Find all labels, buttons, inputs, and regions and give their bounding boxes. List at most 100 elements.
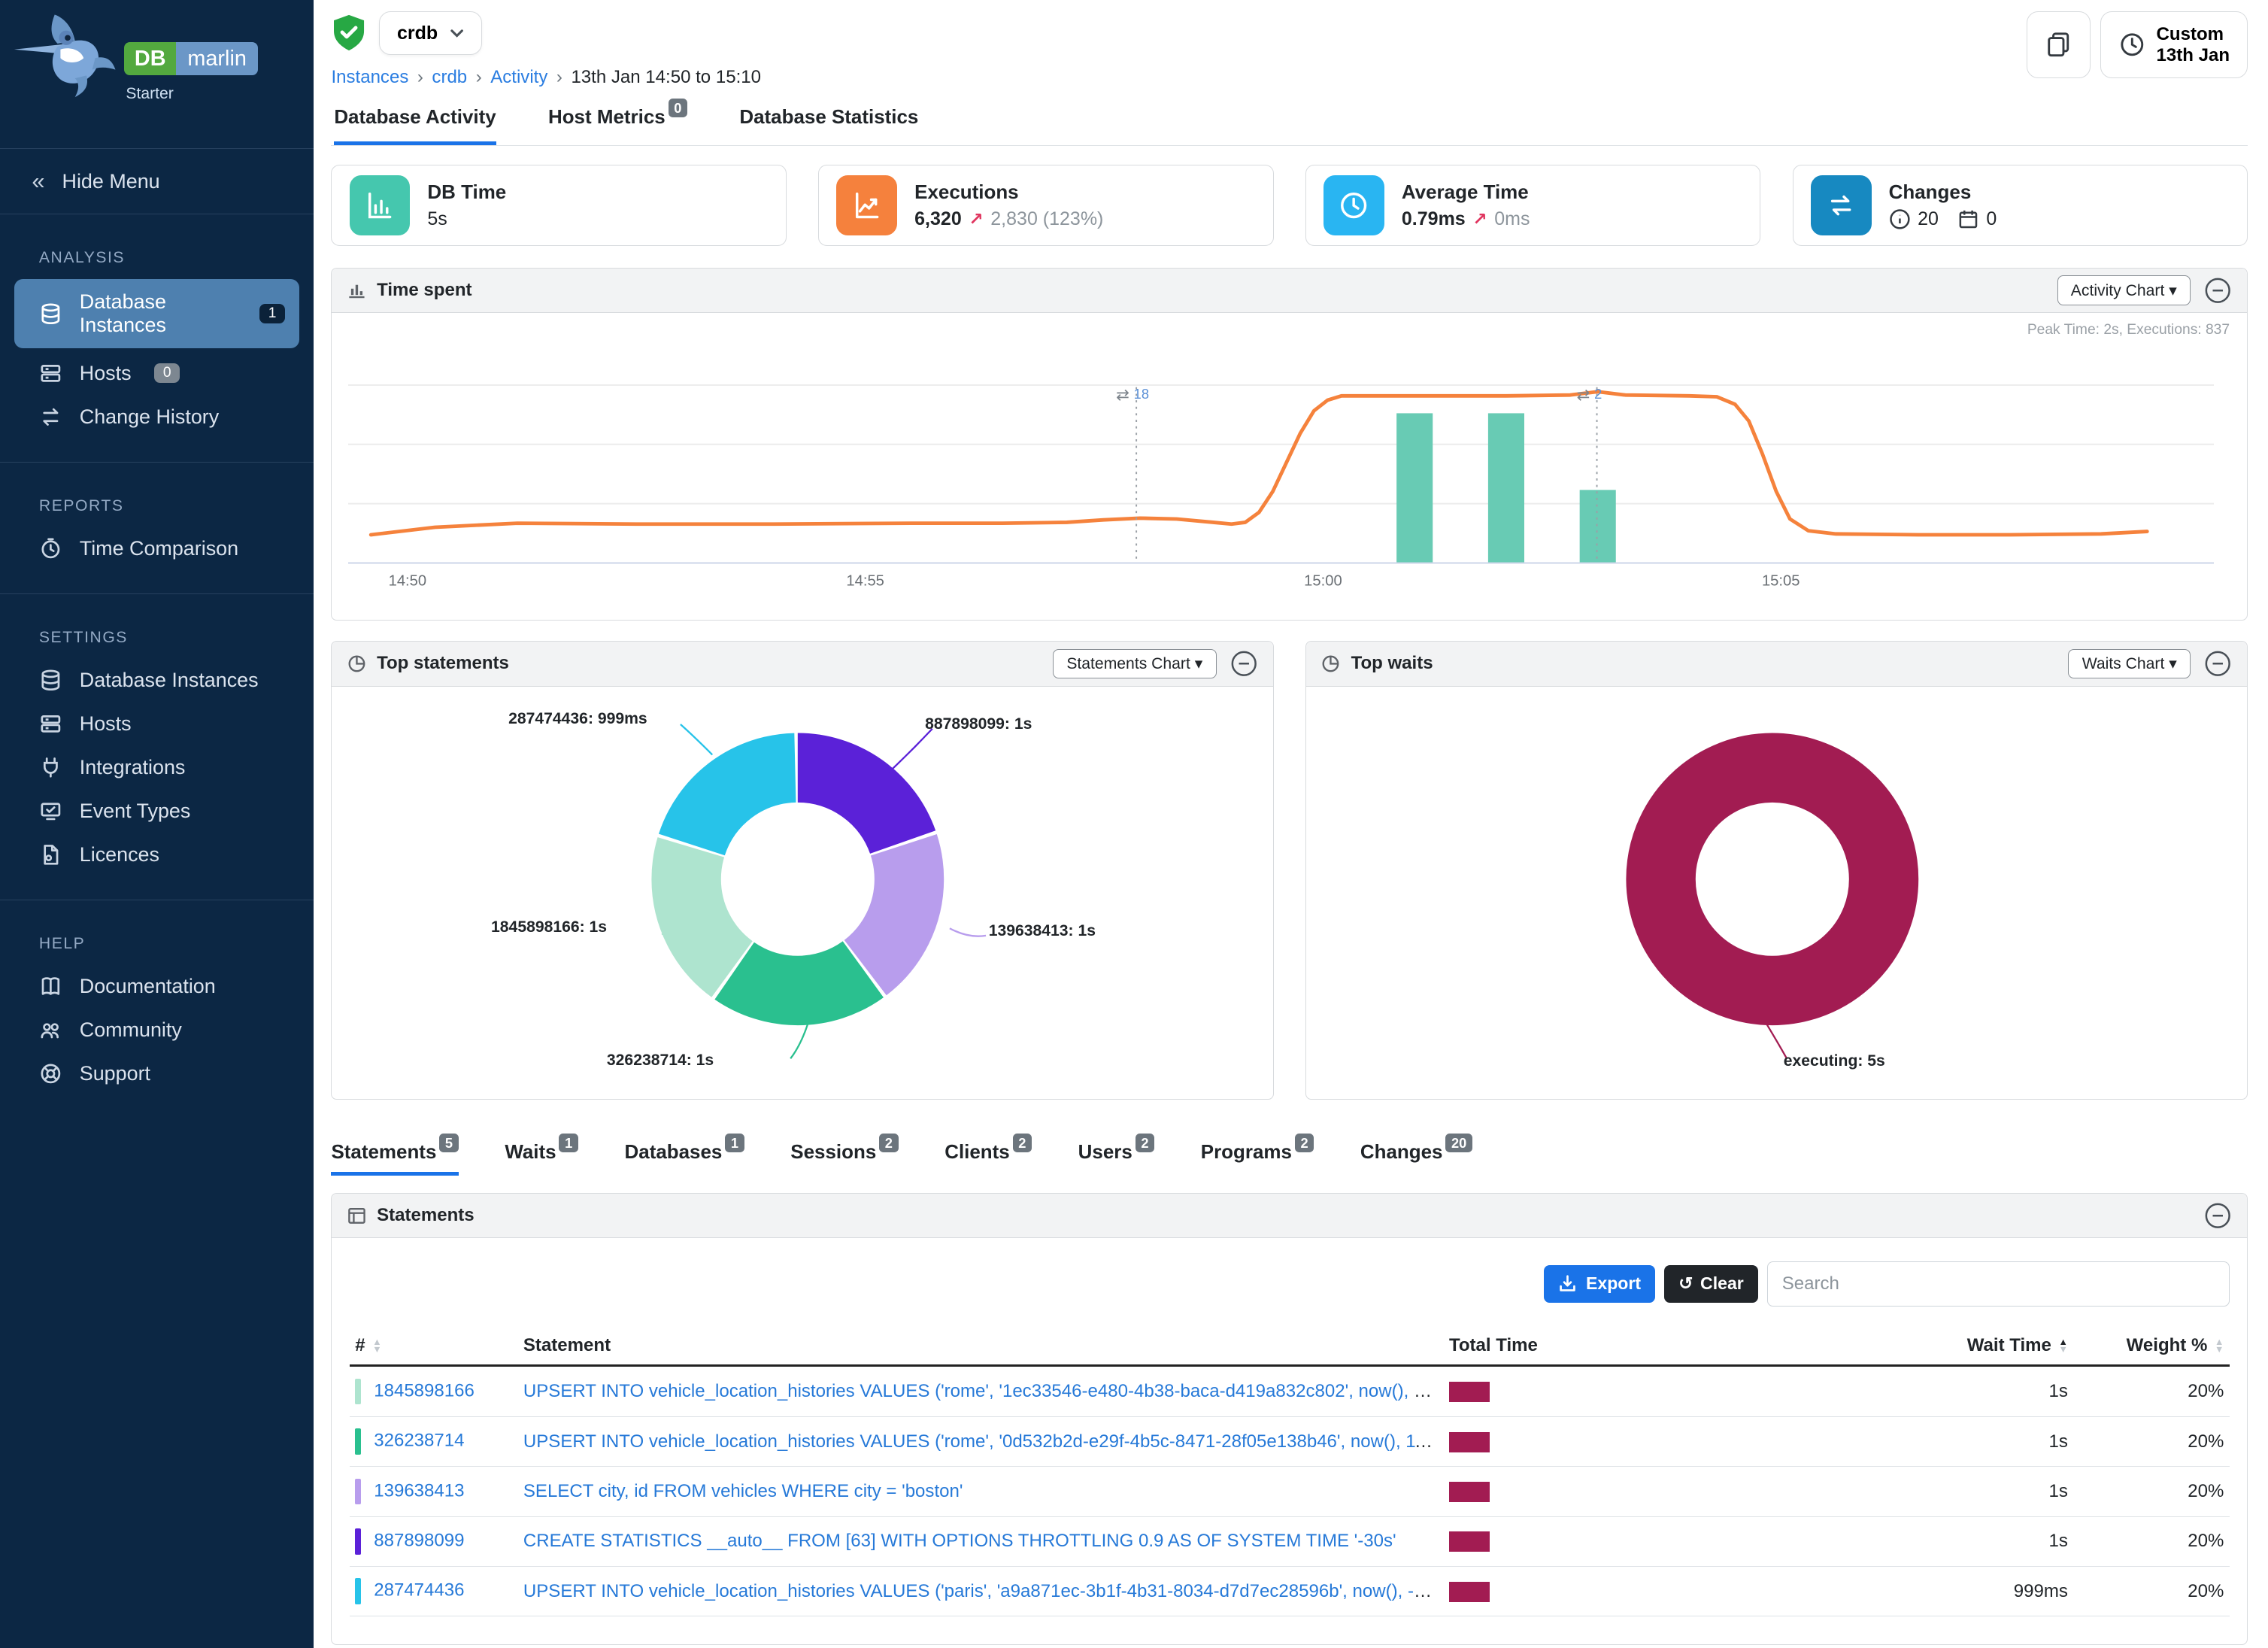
sidebar-item-change-history[interactable]: Change History [0, 395, 314, 439]
calendar-icon [1957, 208, 1979, 230]
database-icon [39, 669, 62, 692]
search-input[interactable] [1767, 1261, 2230, 1307]
instance-selector[interactable]: crdb [379, 11, 482, 55]
statement-link[interactable]: SELECT city, id FROM vehicles WHERE city… [523, 1481, 963, 1501]
topbar: crdb Custom 13th Jan Instances› [314, 0, 2268, 146]
breadcrumb-instances[interactable]: Instances [331, 67, 408, 88]
svg-text:14:50: 14:50 [388, 572, 426, 589]
tab-waits[interactable]: Waits1 [505, 1140, 578, 1176]
time-range-button[interactable]: Custom 13th Jan [2100, 11, 2248, 77]
section-settings: SETTINGS [39, 629, 314, 647]
donut-panels: Top statements Statements Chart ▾ [331, 641, 2248, 1100]
section-help: HELP [39, 935, 314, 953]
sidebar-item-hosts[interactable]: Hosts 0 [0, 351, 314, 395]
breadcrumb-activity[interactable]: Activity [490, 67, 547, 88]
col-header-statement[interactable]: Statement [517, 1326, 1443, 1366]
trend-up-icon: ↗ [1472, 209, 1487, 229]
sidebar-item-licences[interactable]: Licences [0, 833, 314, 876]
count-badge: 0 [154, 363, 180, 383]
slice-label: 887898099: 1s [925, 715, 1032, 733]
section-analysis: ANALYSIS [39, 249, 314, 267]
sidebar-item-database-instances[interactable]: Database Instances 1 [14, 279, 299, 349]
undo-icon: ↺ [1678, 1273, 1693, 1294]
svg-text:15:00: 15:00 [1304, 572, 1342, 589]
breadcrumb: Instances› crdb› Activity› 13th Jan 14:5… [331, 67, 2248, 88]
tab-sessions[interactable]: Sessions2 [790, 1140, 898, 1176]
top-waits-chart[interactable]: executing: 5s [1306, 687, 2247, 1099]
wait-time-value: 1s [1796, 1416, 2074, 1466]
brand-wordmark: DB marlin [124, 42, 258, 76]
activity-chart-selector[interactable]: Activity Chart ▾ [2057, 275, 2191, 305]
hide-menu-button[interactable]: « Hide Menu [0, 149, 314, 214]
tab-changes[interactable]: Changes20 [1360, 1140, 1472, 1176]
statement-id-link[interactable]: 887898099 [374, 1531, 464, 1551]
sidebar-item-event-types[interactable]: Event Types [0, 789, 314, 833]
statements-table: #▲▼ Statement Total Time Wait Time▲▼ Wei… [350, 1326, 2230, 1616]
total-time-bar [1449, 1531, 1490, 1552]
statement-link[interactable]: UPSERT INTO vehicle_location_histories V… [523, 1431, 1443, 1452]
statement-id-link[interactable]: 1845898166 [374, 1381, 475, 1401]
statement-id-link[interactable]: 139638413 [374, 1480, 464, 1501]
main-tabs: Database Activity Host Metrics0 Database… [331, 105, 2248, 146]
sidebar-item-integrations[interactable]: Integrations [0, 745, 314, 789]
waits-chart-selector[interactable]: Waits Chart ▾ [2068, 649, 2191, 679]
count-badge: 1 [259, 304, 285, 323]
collapse-icon[interactable] [2203, 649, 2232, 678]
plug-icon [39, 756, 62, 779]
table-row: 139638413 SELECT city, id FROM vehicles … [350, 1467, 2230, 1516]
statement-id-link[interactable]: 326238714 [374, 1431, 464, 1451]
col-header-wait-time[interactable]: Wait Time▲▼ [1796, 1326, 2074, 1366]
wait-time-value: 1s [1796, 1467, 2074, 1516]
tab-host-metrics[interactable]: Host Metrics0 [548, 105, 687, 145]
svg-text:15:05: 15:05 [1762, 572, 1800, 589]
wait-time-value: 1s [1796, 1366, 2074, 1416]
statement-link[interactable]: UPSERT INTO vehicle_location_histories V… [523, 1381, 1443, 1401]
col-header-total-time[interactable]: Total Time [1443, 1326, 1795, 1366]
pie-chart-icon [347, 654, 367, 674]
tab-databases[interactable]: Databases1 [625, 1140, 744, 1176]
sidebar-item-settings-hosts[interactable]: Hosts [0, 702, 314, 745]
tab-database-statistics[interactable]: Database Statistics [739, 105, 918, 145]
statements-panel: Statements Export ↺ Clear [331, 1193, 2248, 1644]
sidebar-item-settings-database-instances[interactable]: Database Instances [0, 659, 314, 703]
breadcrumb-crdb[interactable]: crdb [432, 67, 467, 88]
sidebar-item-documentation[interactable]: Documentation [0, 964, 314, 1008]
statement-id-link[interactable]: 287474436 [374, 1580, 464, 1601]
lifebuoy-icon [39, 1062, 62, 1085]
top-statements-chart[interactable]: 887898099: 1s 139638413: 1s 326238714: 1… [332, 687, 1272, 1099]
series-color-bar [355, 1379, 361, 1405]
statement-link[interactable]: CREATE STATISTICS __auto__ FROM [63] WIT… [523, 1531, 1396, 1551]
book-icon [39, 975, 62, 998]
sidebar-item-time-comparison[interactable]: Time Comparison [0, 527, 314, 570]
col-header-id[interactable]: #▲▼ [350, 1326, 518, 1366]
statements-chart-selector[interactable]: Statements Chart ▾ [1053, 649, 1217, 679]
slice-label: 1845898166: 1s [491, 918, 607, 936]
tab-clients[interactable]: Clients2 [944, 1140, 1032, 1176]
collapse-icon[interactable] [2203, 1201, 2232, 1230]
slice-label: executing: 5s [1784, 1052, 1885, 1070]
tab-users[interactable]: Users2 [1078, 1140, 1155, 1176]
export-button[interactable]: Export [1544, 1265, 1655, 1303]
svg-text:⇄18: ⇄18 [1116, 386, 1149, 404]
copy-button[interactable] [2027, 11, 2091, 77]
clear-button[interactable]: ↺ Clear [1664, 1265, 1758, 1303]
weight-value: 20% [2074, 1366, 2230, 1416]
divider [0, 462, 314, 463]
col-header-weight[interactable]: Weight %▲▼ [2074, 1326, 2230, 1366]
metric-cards: DB Time 5s Executions 6,320↗2,830 (123%) [331, 165, 2248, 246]
sidebar: DB marlin Starter « Hide Menu ANALYSIS D… [0, 0, 314, 1648]
table-row: 887898099 CREATE STATISTICS __auto__ FRO… [350, 1516, 2230, 1566]
collapse-icon[interactable] [1230, 649, 1258, 678]
total-time-bar [1449, 1582, 1490, 1602]
sidebar-item-community[interactable]: Community [0, 1008, 314, 1052]
tab-statements[interactable]: Statements5 [331, 1140, 458, 1176]
count-badge: 1 [559, 1134, 578, 1152]
time-spent-chart[interactable]: Peak Time: 2s, Executions: 837 ⇄18⇄2 14:… [332, 313, 2247, 620]
tab-database-activity[interactable]: Database Activity [334, 105, 496, 145]
collapse-icon[interactable] [2203, 276, 2232, 305]
tab-programs[interactable]: Programs2 [1201, 1140, 1314, 1176]
statement-link[interactable]: UPSERT INTO vehicle_location_histories V… [523, 1581, 1443, 1601]
sidebar-item-support[interactable]: Support [0, 1052, 314, 1095]
weight-value: 20% [2074, 1416, 2230, 1466]
total-time-bar [1449, 1432, 1490, 1452]
